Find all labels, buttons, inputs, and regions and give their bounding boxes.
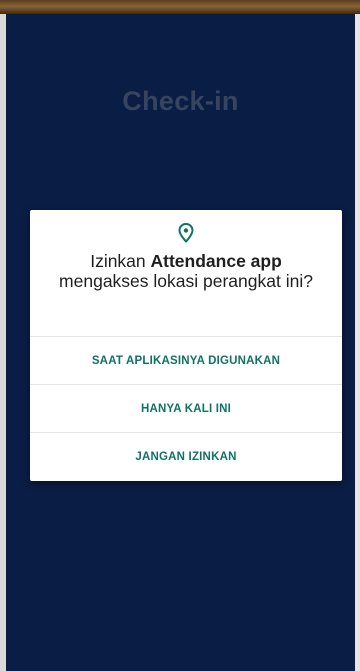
deny-button[interactable]: JANGAN IZINKAN xyxy=(30,432,342,481)
location-permission-dialog: Izinkan Attendance app mengakses lokasi … xyxy=(30,210,342,481)
window-right-border xyxy=(355,14,360,671)
permission-app-name: Attendance app xyxy=(150,251,282,271)
window-top-border xyxy=(0,0,360,14)
app-screen: Check-in Izinkan Attendance app mengakse… xyxy=(6,14,355,671)
permission-message-prefix: Izinkan xyxy=(90,251,151,271)
permission-message: Izinkan Attendance app mengakses lokasi … xyxy=(46,251,326,291)
allow-while-using-button[interactable]: SAAT APLIKASINYA DIGUNAKAN xyxy=(30,336,342,384)
allow-only-this-time-button[interactable]: HANYA KALI INI xyxy=(30,384,342,432)
permission-message-suffix: mengakses lokasi perangkat ini? xyxy=(59,271,313,291)
location-pin-icon xyxy=(176,222,196,244)
